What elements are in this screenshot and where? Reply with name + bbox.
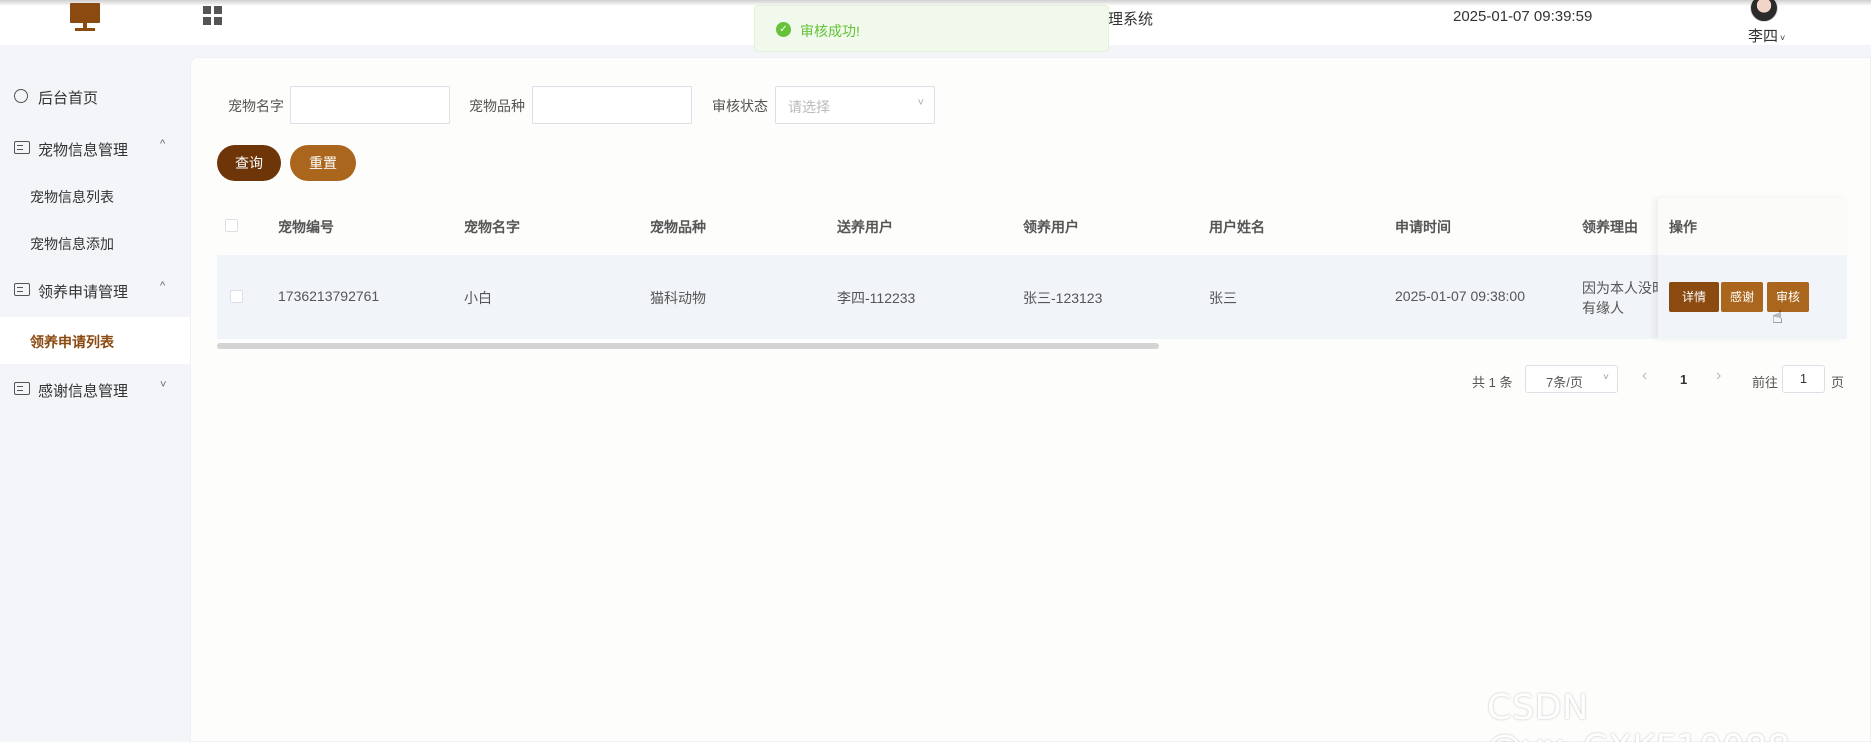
card-icon [14, 382, 30, 395]
user-menu[interactable]: 李四 ˅ [1748, 25, 1785, 46]
sidebar-item-label: 后台首页 [38, 90, 99, 107]
next-page-icon[interactable]: › [1716, 367, 1721, 385]
sidebar-item-adoption-list[interactable]: 领养申请列表 [0, 317, 190, 364]
apps-grid-icon[interactable] [203, 6, 223, 26]
detail-button[interactable]: 详情 [1669, 282, 1719, 312]
cell-pet-name: 小白 [464, 290, 492, 306]
reset-button[interactable]: 重置 [290, 145, 356, 181]
sidebar-item-pet-add[interactable]: 宠物信息添加 [0, 222, 190, 262]
status-placeholder: 请选择 [788, 99, 830, 115]
table-header: 宠物编号 宠物名字 宠物品种 送养用户 领养用户 用户姓名 申请时间 领养理由 [217, 198, 1847, 252]
pet-name-label: 宠物名字 [228, 98, 284, 114]
page-size-value: 7条/页 [1546, 375, 1583, 390]
chevron-up-icon: ^ [160, 138, 166, 150]
avatar[interactable] [1750, 0, 1778, 22]
col-sender: 送养用户 [837, 219, 893, 235]
card-icon [14, 141, 30, 154]
pet-name-input[interactable] [290, 86, 450, 124]
col-pet-breed: 宠物品种 [650, 219, 706, 235]
cell-pet-id: 1736213792761 [278, 288, 380, 304]
sidebar-item-label: 宠物信息列表 [30, 189, 114, 205]
cell-adopter: 张三-123123 [1023, 290, 1103, 306]
sidebar-item-pet-management[interactable]: 宠物信息管理 ^ [0, 126, 190, 170]
sidebar-item-label: 感谢信息管理 [38, 383, 129, 400]
row-checkbox[interactable] [230, 290, 243, 303]
toast-message: 审核成功! [800, 23, 860, 39]
status-label: 审核状态 [712, 98, 768, 114]
table-row[interactable]: 1736213792761 小白 猫科动物 李四-112233 张三-12312… [217, 255, 1847, 339]
col-user-name: 用户姓名 [1209, 219, 1265, 235]
cell-user-name: 张三 [1209, 290, 1237, 306]
card-icon [14, 283, 30, 296]
col-apply-time: 申请时间 [1395, 219, 1451, 235]
goto-suffix: 页 [1831, 375, 1845, 390]
chevron-down-icon: ˅ [917, 97, 924, 109]
check-circle-icon: ✓ [776, 22, 791, 37]
success-toast: ✓ 审核成功! [754, 5, 1109, 52]
sidebar-item-adoption-management[interactable]: 领养申请管理 ^ [0, 268, 190, 312]
monitor-icon [70, 3, 100, 31]
sidebar-item-pet-list[interactable]: 宠物信息列表 [0, 175, 190, 215]
pet-breed-label: 宠物品种 [469, 98, 525, 114]
col-pet-id: 宠物编号 [278, 219, 334, 235]
goto-page-input[interactable]: 1 [1782, 365, 1825, 393]
query-button[interactable]: 查询 [217, 145, 281, 181]
datetime-display: 2025-01-07 09:39:59 [1453, 8, 1593, 25]
cell-reason-line1: 因为本人没时 [1582, 280, 1666, 296]
pagination-total: 共 1 条 [1472, 375, 1513, 390]
sidebar-item-thanks-management[interactable]: 感谢信息管理 ˅ [0, 367, 190, 411]
chevron-down-icon: ˅ [1603, 372, 1609, 383]
cell-sender: 李四-112233 [837, 290, 916, 306]
system-title: 理系统 [1108, 11, 1154, 28]
status-select[interactable]: 请选择 ˅ [775, 86, 935, 124]
sidebar-item-label: 宠物信息管理 [38, 142, 129, 159]
chevron-down-icon: ˅ [1780, 33, 1786, 43]
page-number-current[interactable]: 1 [1680, 372, 1687, 387]
sidebar-item-label: 领养申请列表 [30, 334, 114, 350]
col-reason: 领养理由 [1582, 219, 1638, 235]
goto-prefix: 前往 [1752, 375, 1779, 390]
sidebar: 后台首页 宠物信息管理 ^ 宠物信息列表 宠物信息添加 领养申请管理 ^ 领养申… [0, 45, 190, 742]
cell-apply-time: 2025-01-07 09:38:00 [1395, 288, 1525, 304]
thanks-button[interactable]: 感谢 [1721, 282, 1763, 312]
pie-chart-icon [14, 89, 28, 103]
user-name: 李四 [1748, 28, 1779, 45]
col-operations: 操作 [1669, 219, 1697, 235]
cell-pet-breed: 猫科动物 [650, 290, 706, 306]
col-pet-name: 宠物名字 [464, 219, 520, 235]
sidebar-item-label: 宠物信息添加 [30, 236, 114, 252]
sidebar-item-dashboard[interactable]: 后台首页 [0, 74, 190, 118]
main-panel: 宠物名字 宠物品种 审核状态 请选择 ˅ 查询 重置 宠物编号 宠物名字 宠物品… [190, 57, 1871, 742]
chevron-down-icon: ˅ [160, 379, 167, 391]
operations-column: 操作 详情 感谢 审核 [1658, 198, 1847, 339]
chevron-up-icon: ^ [160, 280, 166, 292]
col-adopter: 领养用户 [1023, 219, 1079, 235]
table-horizontal-scrollbar[interactable] [217, 343, 1159, 349]
cell-reason-line2: 有缘人 [1582, 300, 1624, 316]
watermark: CSDN @vx_CXKF10088 [1487, 688, 1790, 742]
hand-cursor-icon: ☝ [1772, 307, 1783, 327]
sidebar-item-label: 领养申请管理 [38, 284, 129, 301]
prev-page-icon[interactable]: ‹ [1642, 367, 1647, 385]
pet-breed-input[interactable] [532, 86, 692, 124]
page-size-select[interactable]: 7条/页 ˅ [1525, 365, 1618, 393]
select-all-checkbox[interactable] [225, 219, 238, 232]
